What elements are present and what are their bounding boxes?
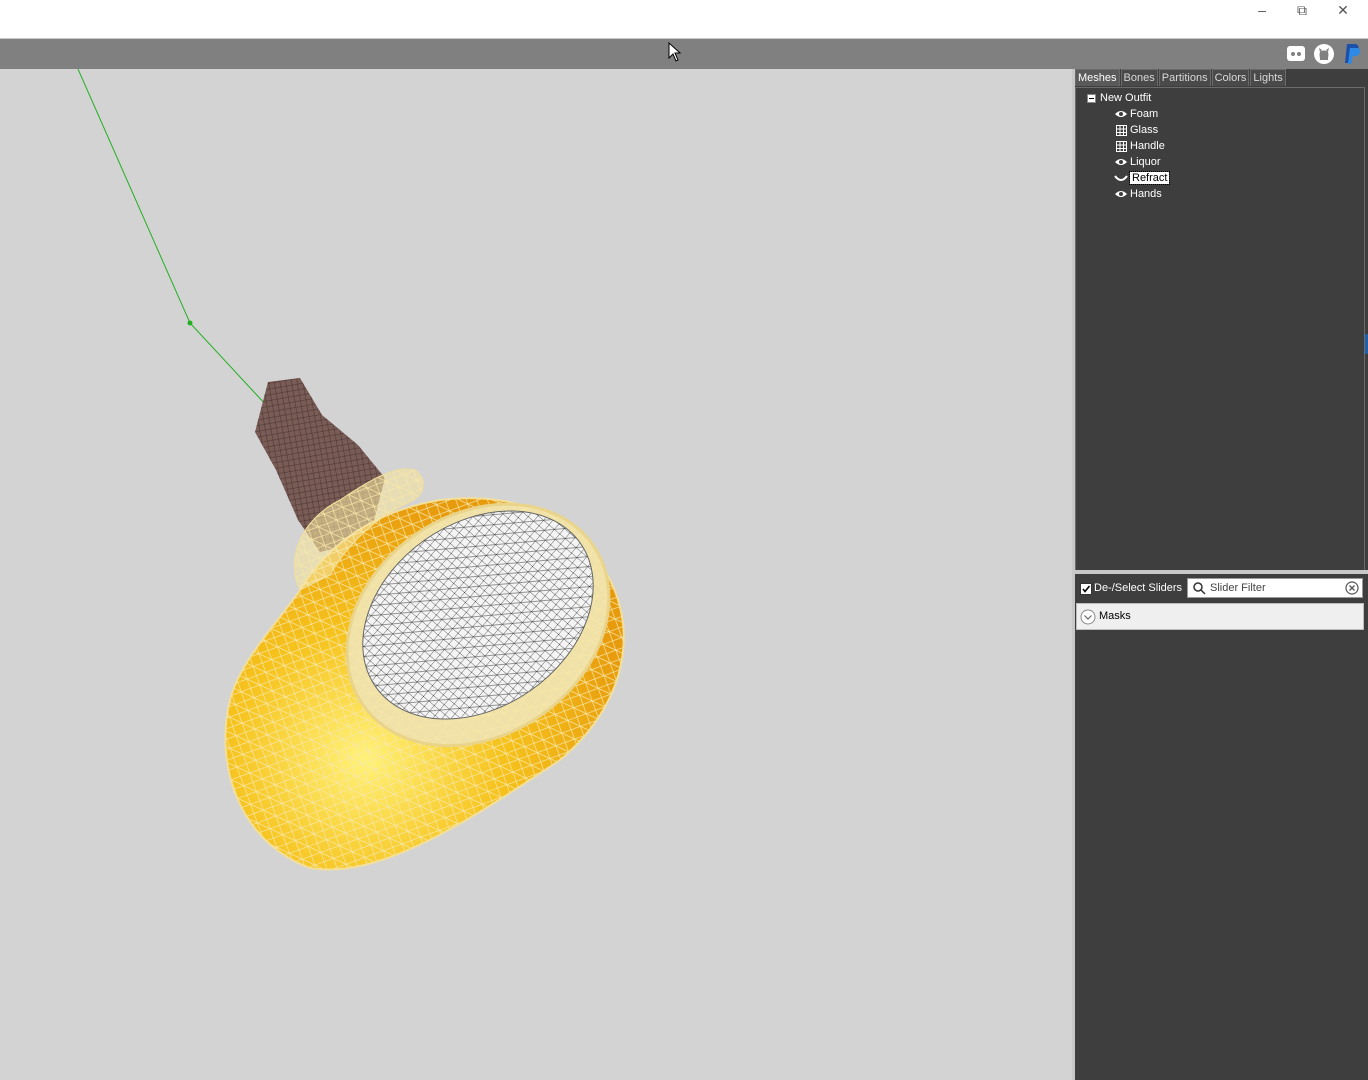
masks-label: Masks <box>1099 610 1131 622</box>
mouse-cursor-icon <box>668 42 682 62</box>
chevron-down-icon[interactable] <box>1080 609 1096 625</box>
github-icon[interactable] <box>1313 43 1335 65</box>
tab-bones[interactable]: Bones <box>1120 69 1158 86</box>
paypal-icon[interactable] <box>1341 43 1363 65</box>
deselect-sliders-label: De-/Select Sliders <box>1094 582 1183 594</box>
tree-root[interactable]: New Outfit <box>1084 90 1151 106</box>
slider-filter-placeholder: Slider Filter <box>1210 582 1266 594</box>
discord-icon[interactable] <box>1285 43 1307 65</box>
tree-item-label: Refract <box>1128 171 1171 185</box>
close-button[interactable]: ✕ <box>1323 0 1363 20</box>
tree-item-label: Liquor <box>1130 156 1161 168</box>
slider-controls: De-/Select Sliders Slider Filter <box>1075 574 1368 602</box>
restore-icon: ⧉ <box>1297 1 1307 18</box>
minimize-icon: – <box>1258 2 1266 18</box>
collapse-icon[interactable] <box>1084 91 1098 105</box>
3d-viewport[interactable] <box>0 69 1072 1080</box>
toolbar <box>0 39 1368 69</box>
wireframe-icon[interactable] <box>1114 123 1128 137</box>
tree-item-label: Hands <box>1130 188 1162 200</box>
tree-item-hands[interactable]: Hands <box>1114 186 1162 202</box>
tree-item-label: Foam <box>1130 108 1159 120</box>
hidden-icon[interactable] <box>1114 171 1128 185</box>
panel-tabs: Meshes Bones Partitions Colors Lights <box>1075 69 1287 87</box>
slider-filter-input[interactable]: Slider Filter <box>1187 578 1363 598</box>
mesh-tree[interactable]: New Outfit Foam Glass Handle Liquor Refr… <box>1075 87 1365 571</box>
title-bar: – ⧉ ✕ <box>0 0 1368 39</box>
deselect-sliders-checkbox[interactable] <box>1080 583 1092 595</box>
tree-root-label: New Outfit <box>1100 92 1152 104</box>
close-icon: ✕ <box>1337 1 1349 18</box>
clear-filter-icon[interactable] <box>1345 581 1359 595</box>
eye-icon[interactable] <box>1114 187 1128 201</box>
tab-colors[interactable]: Colors <box>1211 69 1250 86</box>
tab-lights[interactable]: Lights <box>1250 69 1286 86</box>
minimize-button[interactable]: – <box>1242 0 1282 20</box>
masks-slider[interactable]: Masks <box>1076 603 1364 630</box>
tree-item-refract[interactable]: Refract <box>1114 170 1171 186</box>
tree-item-label: Glass <box>1130 124 1159 136</box>
tree-item-handle[interactable]: Handle <box>1114 138 1165 154</box>
tree-item-glass[interactable]: Glass <box>1114 122 1158 138</box>
eye-icon[interactable] <box>1114 107 1128 121</box>
eye-icon[interactable] <box>1114 155 1128 169</box>
mug-mesh <box>224 468 625 871</box>
tree-item-label: Handle <box>1130 140 1165 152</box>
wireframe-icon[interactable] <box>1114 139 1128 153</box>
tree-item-liquor[interactable]: Liquor <box>1114 154 1161 170</box>
restore-button[interactable]: ⧉ <box>1282 0 1322 20</box>
tab-partitions[interactable]: Partitions <box>1158 69 1211 86</box>
search-icon <box>1193 582 1206 595</box>
tab-meshes[interactable]: Meshes <box>1075 69 1120 86</box>
tree-item-foam[interactable]: Foam <box>1114 106 1158 122</box>
